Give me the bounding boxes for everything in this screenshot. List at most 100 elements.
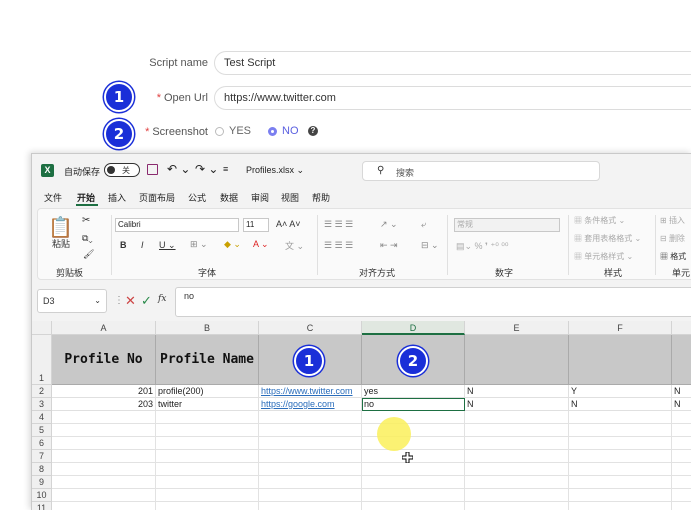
menu-review[interactable]: 审阅 (251, 191, 269, 204)
separator (111, 215, 112, 275)
wrap-text-icon[interactable]: ⤶ (421, 219, 426, 230)
clipboard-group-label: 剪贴板 (56, 268, 84, 278)
conditional-format-button[interactable]: ▦ 条件格式 ⌄ (574, 215, 625, 226)
indent-icon[interactable]: ⇤ ⇥ (380, 240, 398, 251)
table-cell[interactable]: yes (362, 385, 465, 398)
undo-icon[interactable]: ↶ ⌄ (167, 162, 190, 176)
column-header-a[interactable]: A (52, 321, 156, 335)
header-cell-profile-no[interactable]: Profile No (52, 335, 156, 385)
table-format-button[interactable]: ▦ 套用表格格式 ⌄ (574, 233, 641, 244)
grow-font-icon[interactable]: A˄ A˅ (276, 219, 301, 229)
save-icon[interactable] (147, 164, 158, 175)
header-cell-e[interactable] (465, 335, 569, 385)
number-tools-icon[interactable]: ▤⌄ % ❜ ⁺⁰ ⁰⁰ (456, 241, 509, 252)
help-icon[interactable]: ? (308, 126, 318, 136)
cut-icon[interactable]: ✂ (82, 215, 90, 226)
border-icon[interactable]: ⊞ ⌄ (190, 239, 208, 250)
table-cell-link[interactable]: https://google.com (259, 398, 362, 411)
title-bar: X 自动保存 关 ↶ ⌄ ↷ ⌄ ≡ Profiles.xlsx ⌄ ⚲ 搜索 (32, 154, 691, 187)
step-badge-2: 2 (104, 119, 134, 149)
script-name-input[interactable]: Test Script (214, 51, 691, 75)
row-header[interactable]: 1 (32, 335, 52, 385)
table-cell-link[interactable]: https://www.twitter.com (259, 385, 362, 398)
table-cell[interactable]: 201 (52, 385, 156, 398)
cancel-icon[interactable]: ✕ (125, 293, 136, 309)
font-color-icon[interactable]: A ⌄ (253, 239, 269, 250)
row-header[interactable]: 6 (32, 437, 52, 450)
table-cell[interactable]: profile(200) (156, 385, 259, 398)
cell-style-button[interactable]: ▦ 单元格样式 ⌄ (574, 251, 633, 262)
column-header-c[interactable]: C (259, 321, 362, 335)
enter-icon[interactable]: ✓ (141, 293, 152, 309)
formula-bar: D3 ⌄ ⋮ ✕ ✓ fx no (37, 287, 691, 317)
menu-insert[interactable]: 插入 (108, 191, 126, 204)
select-all-corner[interactable] (32, 321, 52, 335)
merge-icon[interactable]: ⊟ ⌄ (421, 240, 439, 251)
screenshot-no-radio[interactable]: NO (268, 125, 299, 137)
table-cell[interactable]: N (672, 385, 691, 398)
menu-view[interactable]: 视图 (281, 191, 299, 204)
insert-cells-button[interactable]: ⊞ 插入 (660, 215, 685, 226)
row-header[interactable]: 7 (32, 450, 52, 463)
menu-help[interactable]: 帮助 (312, 191, 330, 204)
row-header[interactable]: 4 (32, 411, 52, 424)
search-box[interactable]: ⚲ 搜索 (362, 161, 600, 181)
italic-icon[interactable]: I (141, 240, 144, 250)
menu-page-layout[interactable]: 页面布局 (139, 191, 175, 204)
name-box[interactable]: D3 ⌄ (37, 289, 107, 313)
screenshot-yes-radio[interactable]: YES (215, 125, 251, 137)
selected-cell-d3[interactable]: no (362, 398, 465, 411)
bold-icon[interactable]: B (120, 240, 127, 250)
script-name-label: Script name (149, 57, 208, 69)
row-header[interactable]: 9 (32, 476, 52, 489)
header-cell-g[interactable] (672, 335, 691, 385)
fill-color-icon[interactable]: ◆ ⌄ (224, 239, 241, 250)
header-cell-f[interactable] (569, 335, 672, 385)
column-header-f[interactable]: F (569, 321, 672, 335)
align-top-icon[interactable]: ☰ ☰ ☰ (324, 219, 353, 230)
underline-icon[interactable]: U ⌄ (159, 240, 176, 251)
format-painter-icon[interactable]: 🖌 (83, 249, 94, 260)
table-cell[interactable]: Y (569, 385, 672, 398)
format-cells-button[interactable]: ▦ 格式 (660, 251, 686, 262)
font-size-dropdown[interactable]: 11 (243, 218, 269, 232)
header-cell-profile-name[interactable]: Profile Name (156, 335, 259, 385)
font-name-dropdown[interactable]: Calibri (115, 218, 239, 232)
column-header-d[interactable]: D (362, 321, 465, 335)
row-header[interactable]: 2 (32, 385, 52, 398)
separator (317, 215, 318, 275)
row-header[interactable]: 8 (32, 463, 52, 476)
menu-formulas[interactable]: 公式 (188, 191, 206, 204)
column-header-g[interactable] (672, 321, 691, 335)
row-header[interactable]: 10 (32, 489, 52, 502)
number-format-dropdown[interactable]: 常规 (454, 218, 560, 232)
table-cell[interactable]: twitter (156, 398, 259, 411)
redo-icon[interactable]: ↷ ⌄ (195, 162, 218, 176)
menu-file[interactable]: 文件 (44, 191, 62, 204)
table-cell[interactable]: N (672, 398, 691, 411)
phonetic-icon[interactable]: 文 ⌄ (285, 239, 304, 252)
formula-input[interactable]: no (175, 287, 691, 317)
menu-data[interactable]: 数据 (220, 191, 238, 204)
customize-qat-icon[interactable]: ≡ (223, 164, 228, 174)
align-left-icon[interactable]: ☰ ☰ ☰ (324, 240, 353, 251)
row-header[interactable]: 3 (32, 398, 52, 411)
delete-cells-button[interactable]: ⊟ 删除 (660, 233, 685, 244)
menu-home[interactable]: 开始 (77, 191, 95, 204)
table-cell[interactable]: 203 (52, 398, 156, 411)
column-header-e[interactable]: E (465, 321, 569, 335)
column-header-b[interactable]: B (156, 321, 259, 335)
paste-button[interactable]: 粘贴 (52, 237, 70, 250)
separator (655, 215, 656, 275)
file-name[interactable]: Profiles.xlsx ⌄ (246, 165, 304, 176)
autosave-toggle[interactable]: 关 (104, 163, 140, 177)
open-url-input[interactable]: https://www.twitter.com (214, 86, 691, 110)
table-cell[interactable]: N (465, 398, 569, 411)
row-header[interactable]: 5 (32, 424, 52, 437)
function-icon[interactable]: fx (158, 294, 166, 304)
copy-icon[interactable]: ⧉⌄ (82, 233, 93, 244)
table-cell[interactable]: N (465, 385, 569, 398)
table-cell[interactable]: N (569, 398, 672, 411)
spreadsheet-grid: A B C D E F 1 2 3 4 5 6 7 8 9 10 11 Prof… (32, 321, 691, 510)
orientation-icon[interactable]: ↗ ⌄ (380, 219, 398, 230)
